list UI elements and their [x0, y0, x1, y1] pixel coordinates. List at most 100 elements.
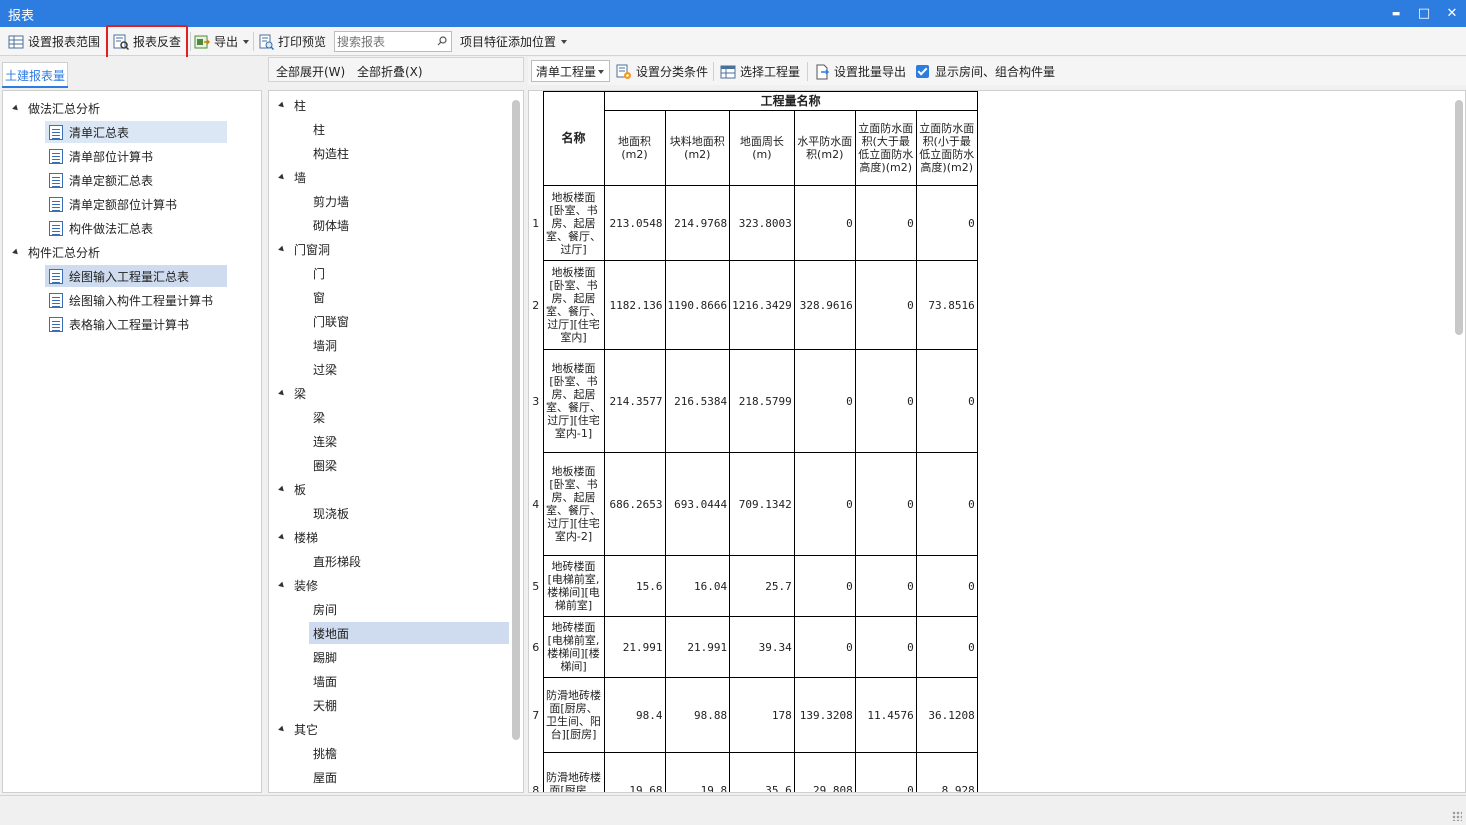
tree-item-drawing-quantity-summary[interactable]: 绘图输入工程量汇总表: [45, 265, 227, 287]
component-group-slab[interactable]: 板: [278, 478, 306, 500]
component-item-label: 直形梯段: [313, 554, 362, 569]
quantity-type-value: 清单工程量: [536, 64, 597, 79]
expand-triangle-icon: [278, 581, 286, 589]
component-item[interactable]: 窗: [313, 286, 325, 308]
expand-triangle-icon: [12, 248, 20, 256]
component-item[interactable]: 直形梯段: [313, 550, 361, 572]
toolbar-separator: [807, 62, 808, 81]
component-item-label: 圈梁: [313, 458, 338, 473]
component-item-label: 窗: [313, 290, 326, 305]
component-item[interactable]: 墙洞: [313, 334, 337, 356]
quantity-type-dropdown[interactable]: 清单工程量: [531, 60, 610, 82]
print-preview-button[interactable]: 打印预览: [258, 30, 326, 53]
tree-group-component-summary[interactable]: 构件汇总分析: [12, 241, 100, 263]
table-row[interactable]: 2 地板楼面[卧室、书房、起居室、餐厅、过厅][住宅室内] 1182.136 1…: [529, 260, 978, 350]
row-name: 地板楼面[卧室、书房、起居室、餐厅、过厅][住宅室内]: [542, 260, 605, 350]
tree-item-label: 清单定额部位计算书: [69, 197, 178, 212]
component-item[interactable]: 柱: [313, 118, 325, 140]
component-item[interactable]: 挑檐: [313, 742, 337, 764]
tree-item-bill-quota-part-calc[interactable]: 清单定额部位计算书: [45, 193, 177, 215]
table-cell: 25.7: [729, 555, 795, 617]
show-rooms-checkbox[interactable]: 显示房间、组合构件量: [916, 60, 1055, 83]
component-item[interactable]: 天棚: [313, 694, 337, 716]
component-item[interactable]: 屋面: [313, 766, 337, 788]
component-item[interactable]: 门: [313, 262, 325, 284]
component-item[interactable]: 剪力墙: [313, 190, 349, 212]
maximize-icon: □: [1417, 6, 1431, 21]
tree-item-drawing-component-calc[interactable]: 绘图输入构件工程量计算书: [45, 289, 213, 311]
collapse-all-button[interactable]: 全部折叠(X): [357, 63, 423, 80]
status-bar: [0, 795, 1466, 825]
close-button[interactable]: ✕: [1438, 0, 1466, 27]
tree-item-component-method-summary[interactable]: 构件做法汇总表: [45, 217, 153, 239]
component-group-beam[interactable]: 梁: [278, 382, 306, 404]
table-cell: 0: [915, 555, 978, 617]
table-cell: 0: [854, 452, 917, 556]
document-icon: [49, 292, 63, 308]
component-item[interactable]: 门联窗: [313, 310, 349, 332]
component-item[interactable]: 梁: [313, 406, 325, 428]
row-index: 6: [532, 640, 540, 654]
column-header: 地面周长(m): [729, 110, 795, 186]
table-row[interactable]: 4 地板楼面[卧室、书房、起居室、餐厅、过厅][住宅室内-2] 686.2653…: [529, 452, 978, 556]
component-group-wall[interactable]: 墙: [278, 166, 306, 188]
expand-triangle-icon: [278, 101, 286, 109]
table-cell: 21.991: [664, 616, 731, 678]
set-classify-button[interactable]: 设置分类条件: [616, 60, 708, 83]
feature-position-dropdown[interactable]: 项目特征添加位置: [460, 30, 568, 53]
component-item[interactable]: 连梁: [313, 430, 337, 452]
component-item-label: 踢脚: [313, 650, 338, 665]
expand-all-button[interactable]: 全部展开(W): [276, 63, 345, 80]
close-icon: ✕: [1446, 6, 1458, 21]
component-item[interactable]: 现浇板: [313, 502, 349, 524]
component-item[interactable]: 墙面: [313, 670, 337, 692]
table-row[interactable]: 5 地砖楼面[电梯前室,楼梯间][电梯前室] 15.6 16.04 25.7 0…: [529, 555, 978, 617]
table-row[interactable]: 7 防滑地砖楼面[厨房、卫生间、阳台][厨房] 98.4 98.88 178 1…: [529, 677, 978, 753]
table-row[interactable]: 6 地砖楼面[电梯前室,楼梯间][楼梯间] 21.991 21.991 39.3…: [529, 616, 978, 678]
component-group-other[interactable]: 其它: [278, 718, 318, 740]
minimize-button[interactable]: ▬: [1382, 0, 1410, 27]
table-row[interactable]: 3 地板楼面[卧室、书房、起居室、餐厅、过厅][住宅室内-1] 214.3577…: [529, 349, 978, 453]
component-group-stairs[interactable]: 楼梯: [278, 526, 318, 548]
row-index: 3: [532, 394, 540, 408]
tab-civil-reports[interactable]: 土建报表量: [2, 62, 68, 87]
export-button[interactable]: 导出: [194, 30, 250, 53]
select-quantity-button[interactable]: 选择工程量: [720, 60, 800, 83]
table-cell: 36.1208: [915, 677, 978, 753]
component-item[interactable]: 构造柱: [313, 142, 349, 164]
report-lookup-button[interactable]: 报表反查: [113, 30, 181, 53]
report-grid-scrollbar[interactable]: [1455, 100, 1463, 335]
window-title: 报表: [8, 9, 35, 24]
report-search-input[interactable]: [334, 31, 452, 52]
expand-triangle-icon: [278, 725, 286, 733]
set-report-scope-button[interactable]: 设置报表范围: [8, 30, 100, 53]
search-icon[interactable]: [437, 36, 447, 46]
table-row[interactable]: 8 防滑地砖楼面[厨房、卫生 19.68 19.8 35.6 29.808 0 …: [529, 752, 978, 792]
component-item-selected[interactable]: 楼地面: [309, 622, 509, 644]
tree-item-bill-part-calc[interactable]: 清单部位计算书: [45, 145, 153, 167]
tree-item-label: 清单部位计算书: [69, 149, 154, 164]
component-group-column[interactable]: 柱: [278, 94, 306, 116]
tree-item-table-quantity-calc[interactable]: 表格输入工程量计算书: [45, 313, 189, 335]
component-group-decoration[interactable]: 装修: [278, 574, 318, 596]
table-cell: 709.1342: [729, 452, 795, 556]
resize-grip-icon[interactable]: [1452, 811, 1462, 821]
tree-item-label: 绘图输入构件工程量计算书: [69, 293, 214, 308]
component-item-label: 现浇板: [313, 506, 350, 521]
tree-item-bill-quota-summary[interactable]: 清单定额汇总表: [45, 169, 153, 191]
tree-item-bill-summary[interactable]: 清单汇总表: [45, 121, 227, 143]
tree-item-label: 清单汇总表: [69, 125, 130, 140]
component-item[interactable]: 房间: [313, 598, 337, 620]
table-row[interactable]: 1 地板楼面[卧室、书房、起居室、餐厅、过厅] 213.0548 214.976…: [529, 185, 978, 261]
row-index: 1: [532, 216, 540, 230]
batch-export-button[interactable]: 设置批量导出: [814, 60, 906, 83]
component-tree-scrollbar[interactable]: [512, 100, 520, 740]
maximize-button[interactable]: □: [1410, 0, 1438, 27]
tree-group-method-summary[interactable]: 做法汇总分析: [12, 97, 100, 119]
table-select-icon: [720, 65, 736, 78]
component-group-openings[interactable]: 门窗洞: [278, 238, 330, 260]
component-item[interactable]: 砌体墙: [313, 214, 349, 236]
component-item[interactable]: 圈梁: [313, 454, 337, 476]
component-item[interactable]: 踢脚: [313, 646, 337, 668]
component-item[interactable]: 过梁: [313, 358, 337, 380]
